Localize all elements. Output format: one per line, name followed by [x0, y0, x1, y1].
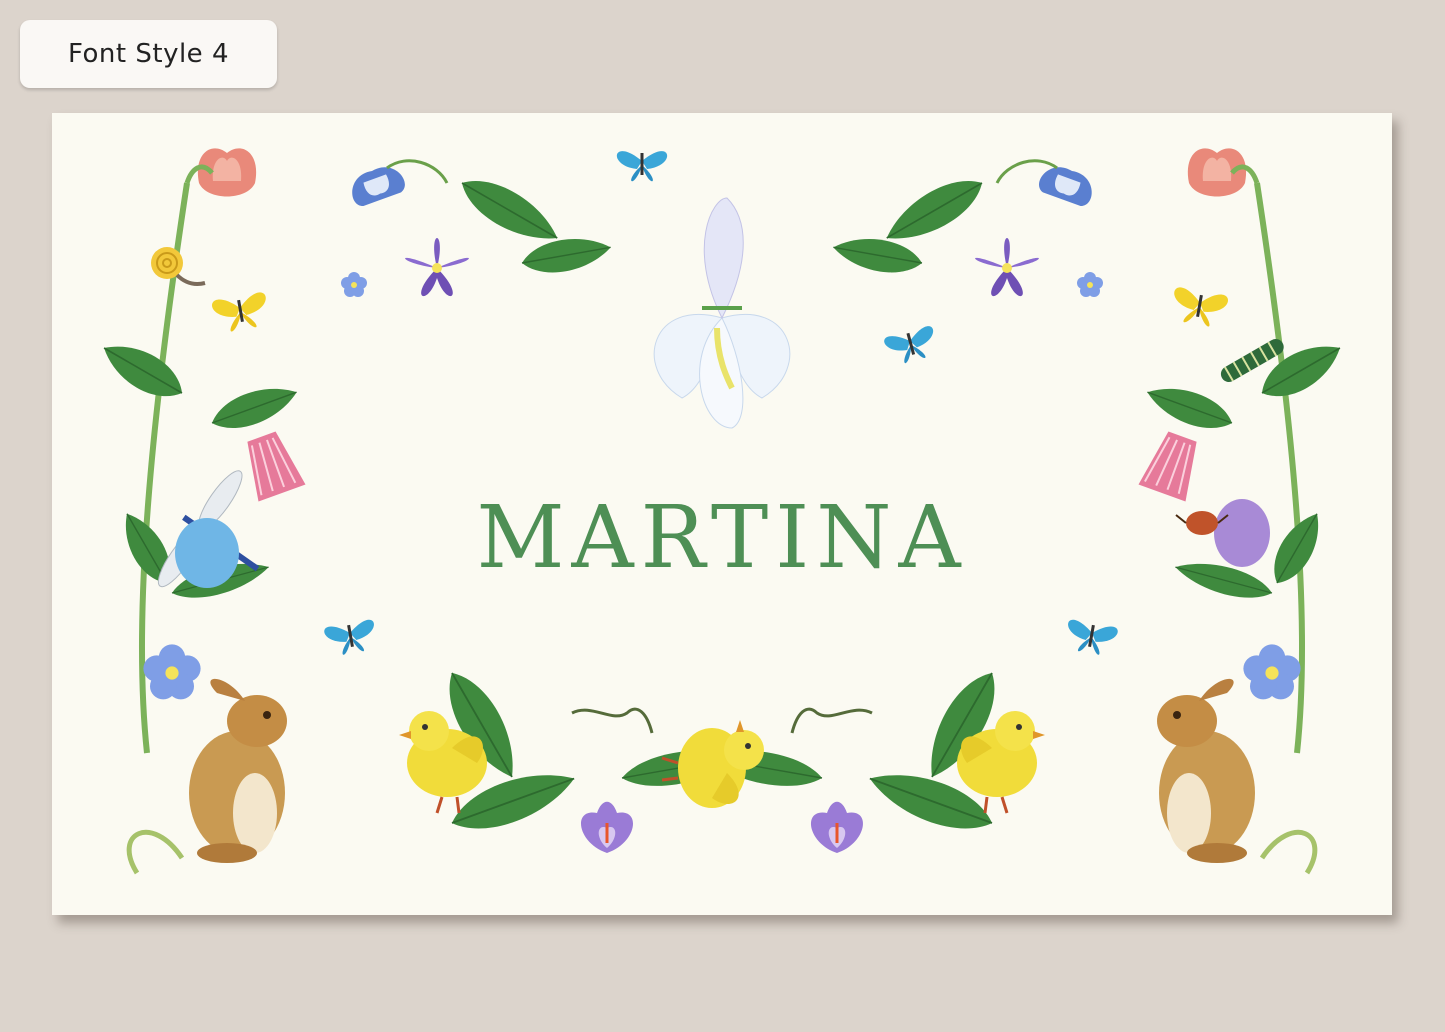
bellflower-icon: [346, 161, 408, 209]
font-style-badge: Font Style 4: [20, 20, 277, 88]
iris-icon: [653, 197, 791, 429]
font-style-label: Font Style 4: [68, 39, 229, 69]
snail-icon: [151, 247, 206, 286]
crocus-icon: [579, 800, 635, 855]
tulip-icon: [197, 148, 257, 197]
violet-orchid-icon: [405, 238, 469, 297]
rabbit-icon: [189, 678, 287, 863]
name-card: MARTINA: [52, 113, 1392, 915]
card-name-text: MARTINA: [476, 488, 968, 588]
butterfly-icon: [616, 151, 668, 182]
forget-me-not-icon: [341, 272, 367, 297]
